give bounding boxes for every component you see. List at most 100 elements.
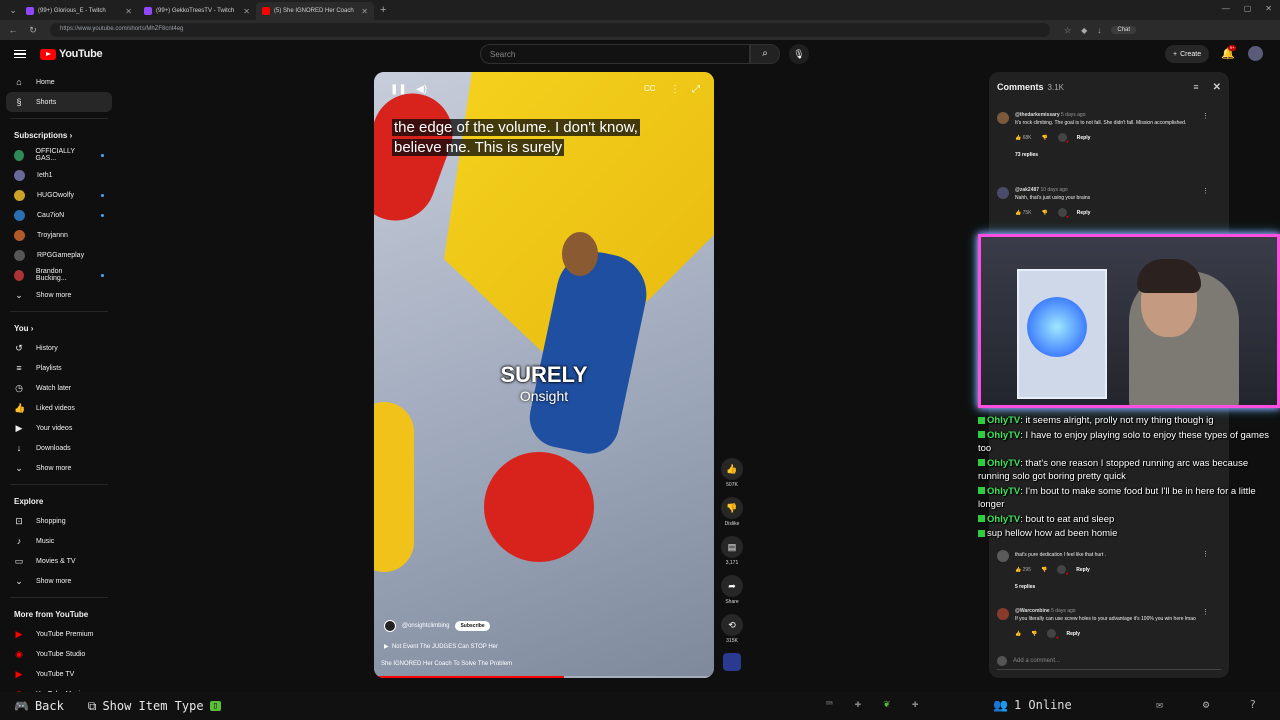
sidebar-item-home[interactable]: ⌂ Home — [0, 72, 118, 92]
comment-like-button[interactable]: 👍 68K — [1015, 135, 1032, 141]
thumbs-down-icon[interactable]: 👎 — [1042, 210, 1048, 216]
sidebar-item-watch-later[interactable]: ◷ Watch later — [0, 378, 118, 398]
voice-search-button[interactable]: 🎙 — [789, 44, 809, 64]
short-video-player[interactable]: ❚❚ ◀) CC ⋮ ⤢ the edge of the volume. I d… — [374, 72, 714, 678]
sidebar-item-your-videos[interactable]: ▶ Your videos — [0, 418, 118, 438]
captions-icon[interactable]: CC — [644, 84, 656, 93]
tab-close-icon[interactable]: ✕ — [125, 7, 132, 16]
search-input[interactable]: Search — [480, 44, 750, 64]
comment-author[interactable]: @Warcombine 5 days ago — [1015, 608, 1215, 614]
comment-like-button[interactable]: 👍 — [1015, 631, 1021, 637]
comments-button[interactable]: ▤ — [721, 536, 743, 558]
fullscreen-icon[interactable]: ⤢ — [692, 84, 700, 95]
progress-bar[interactable] — [374, 676, 714, 678]
mail-icon[interactable]: ✉ — [1156, 698, 1163, 711]
tab-close-icon[interactable]: ✕ — [361, 7, 368, 16]
related-video-link[interactable]: ▶ Not Event The JUDGES Can STOP Her — [384, 643, 498, 650]
sidebar-item-movies-tv[interactable]: ▭ Movies & TV — [0, 551, 118, 571]
new-tab-button[interactable]: + — [374, 4, 392, 16]
comment-author[interactable]: @zak2487 10 days ago — [1015, 187, 1215, 193]
more-vert-icon[interactable]: ⋮ — [670, 84, 680, 95]
thumbs-down-icon[interactable]: 👎 — [1041, 567, 1047, 573]
avatar[interactable] — [1248, 46, 1263, 61]
subscription-item[interactable]: Ieth1 — [0, 165, 118, 185]
subscriptions-heading[interactable]: Subscriptions › — [0, 125, 118, 145]
comment-author[interactable]: @thedarkemissary 5 days ago — [1015, 112, 1215, 118]
reply-button[interactable]: Reply — [1066, 631, 1080, 637]
add-comment-field[interactable]: Add a comment... — [997, 656, 1221, 670]
youtube-logo[interactable]: YouTube — [40, 48, 103, 60]
back-button[interactable]: 🎮 Back — [14, 699, 64, 713]
avatar[interactable] — [997, 187, 1009, 199]
chat-button[interactable]: Chat — [1111, 26, 1137, 34]
tab-close-icon[interactable]: ✕ — [243, 7, 250, 16]
browser-tab[interactable]: (99+) Glorious_E - Twitch ✕ — [20, 2, 138, 20]
subscribe-button[interactable]: Subscribe — [455, 621, 490, 631]
hamburger-menu-icon[interactable] — [14, 48, 26, 61]
thumbs-down-icon[interactable]: 👎 — [1042, 135, 1048, 141]
remix-button[interactable]: ⟲ — [721, 614, 743, 636]
more-vert-icon[interactable]: ⋮ — [1202, 112, 1209, 120]
show-more-subscriptions[interactable]: ⌄ Show more — [0, 285, 118, 305]
like-button[interactable]: 👍 — [721, 458, 743, 480]
browser-tab[interactable]: (5) She IGNORED Her Coach ✕ — [256, 2, 374, 20]
sidebar-item-history[interactable]: ↺ History — [0, 338, 118, 358]
sidebar-item-youtube-studio[interactable]: ◉ YouTube Studio — [0, 644, 118, 664]
sidebar-item-downloads[interactable]: ↓ Downloads — [0, 438, 118, 458]
subscription-item[interactable]: HUGOwolfy — [0, 185, 118, 205]
sidebar-item-liked-videos[interactable]: 👍 Liked videos — [0, 398, 118, 418]
sidebar-item-youtube-tv[interactable]: ▶ YouTube TV — [0, 664, 118, 684]
view-replies-button[interactable]: 5 replies — [1015, 584, 1215, 590]
sort-icon[interactable]: ≡ — [1193, 82, 1198, 92]
reply-button[interactable]: Reply — [1077, 210, 1091, 216]
subscription-item[interactable]: Cau7ioN — [0, 205, 118, 225]
you-heading[interactable]: You › — [0, 318, 118, 338]
close-window-icon[interactable]: ✕ — [1265, 4, 1272, 13]
more-vert-icon[interactable]: ⋮ — [1202, 608, 1209, 616]
reply-button[interactable]: Reply — [1077, 135, 1091, 141]
extension-icon[interactable]: ◆ — [1081, 26, 1087, 35]
back-icon[interactable]: ← — [6, 25, 20, 35]
avatar[interactable] — [997, 112, 1009, 124]
plus-icon[interactable]: ✚ — [855, 697, 862, 710]
subscription-item[interactable]: Troyjannn — [0, 225, 118, 245]
pause-icon[interactable]: ❚❚ — [390, 84, 407, 95]
more-vert-icon[interactable]: ⋮ — [1202, 187, 1209, 195]
subscription-item[interactable]: Brandon Bucking... — [0, 265, 118, 285]
reply-button[interactable]: Reply — [1076, 567, 1090, 573]
show-more-you[interactable]: ⌄ Show more — [0, 458, 118, 478]
avatar[interactable] — [997, 550, 1009, 562]
gamepad-icon[interactable]: ⌨ — [826, 697, 833, 710]
maximize-icon[interactable]: ▢ — [1244, 4, 1252, 13]
download-icon[interactable]: ↓ — [1097, 26, 1101, 35]
sidebar-item-youtube-premium[interactable]: ▶ YouTube Premium — [0, 624, 118, 644]
tab-search-icon[interactable]: ⌄ — [6, 5, 20, 16]
create-button[interactable]: + Create — [1165, 45, 1210, 63]
more-vert-icon[interactable]: ⋮ — [1202, 550, 1209, 558]
channel-avatar[interactable] — [384, 620, 396, 632]
comment-like-button[interactable]: 👍 295 — [1015, 567, 1031, 573]
thumbs-down-icon[interactable]: 👎 — [1031, 631, 1037, 637]
browser-tab[interactable]: (99+) GekkoTreesTV - Twitch ✕ — [138, 2, 256, 20]
settings-icon[interactable]: ⚙ — [1203, 698, 1210, 711]
sidebar-item-shopping[interactable]: ⊡ Shopping — [0, 511, 118, 531]
leaf-icon[interactable]: ❦ — [883, 697, 890, 710]
sound-thumbnail[interactable] — [723, 653, 741, 671]
subscription-item[interactable]: OFFICIALLY GAS... — [0, 145, 118, 165]
comment-like-button[interactable]: 👍 75K — [1015, 210, 1032, 216]
url-field[interactable]: https://www.youtube.com/shorts/MhZF8cnt4… — [50, 23, 1050, 37]
reload-icon[interactable]: ↻ — [26, 25, 40, 36]
subscription-item[interactable]: RPGGameplay — [0, 245, 118, 265]
bookmark-icon[interactable]: ☆ — [1064, 26, 1071, 35]
minimize-icon[interactable]: — — [1222, 4, 1230, 13]
help-icon[interactable]: ? — [1249, 698, 1256, 711]
volume-icon[interactable]: ◀) — [416, 84, 427, 95]
channel-name[interactable]: @onsightclimbing — [402, 623, 449, 629]
dislike-button[interactable]: 👎 — [721, 497, 743, 519]
plus-icon[interactable]: ✚ — [912, 697, 919, 710]
show-item-type-button[interactable]: ⧉ Show Item Type ▯ — [88, 699, 222, 714]
share-button[interactable]: ➦ — [721, 575, 743, 597]
search-button[interactable]: ⌕ — [750, 44, 780, 64]
sidebar-item-shorts[interactable]: § Shorts — [6, 92, 112, 112]
show-more-explore[interactable]: ⌄ Show more — [0, 571, 118, 591]
